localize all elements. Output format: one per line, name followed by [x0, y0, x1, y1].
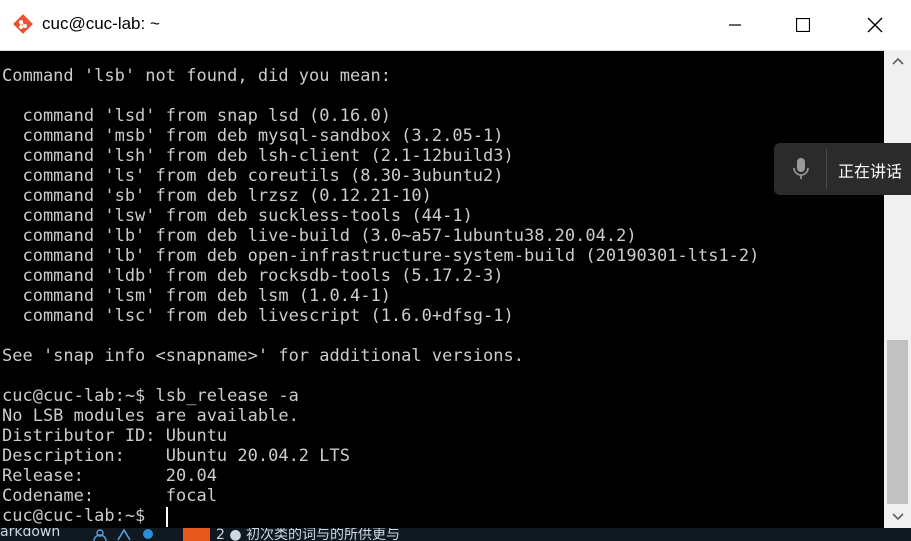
terminal-line: command 'lb' from deb live-build (3.0~a5… [2, 226, 637, 246]
terminal-line: Codename: focal [2, 486, 217, 506]
terminal-prompt-line: cuc@cuc-lab:~$ [2, 506, 156, 526]
terminal-line: Distributor ID: Ubuntu [2, 426, 228, 446]
terminal-output[interactable]: Command 'lsb' not found, did you mean: c… [0, 52, 884, 528]
window-title: cuc@cuc-lab: ~ [42, 14, 160, 33]
taskbar-item-document[interactable]: 2 ● 初次类的词与的所供更与 [216, 528, 400, 541]
scroll-thumb[interactable] [887, 340, 908, 504]
close-button[interactable] [840, 0, 910, 50]
taskbar-active-app[interactable] [183, 528, 210, 541]
terminal-line: command 'sb' from deb lrzsz (0.12.21-10) [2, 186, 432, 206]
terminal-line: command 'lsh' from deb lsh-client (2.1-1… [2, 146, 514, 166]
terminal-line: Description: Ubuntu 20.04.2 LTS [2, 446, 350, 466]
terminal-window: cuc@cuc-lab: ~ Command 'lsb' not found, … [0, 0, 911, 541]
terminal-line: command 'lsc' from deb livescript (1.6.0… [2, 306, 514, 326]
git-bash-icon [13, 14, 33, 34]
voice-status-label: 正在讲话 [838, 162, 903, 181]
taskbar-item-markdown[interactable]: arkdown [0, 528, 60, 540]
scroll-down-button[interactable] [884, 506, 911, 528]
terminal-line: No LSB modules are available. [2, 406, 299, 426]
voice-typing-popup[interactable]: 正在讲话 [774, 143, 911, 195]
scroll-up-button[interactable] [884, 50, 911, 72]
app-icon[interactable] [116, 528, 132, 541]
terminal-line: command 'ls' from deb coreutils (8.30-3u… [2, 166, 504, 186]
vertical-scrollbar[interactable] [884, 50, 911, 528]
terminal-line: command 'lsw' from deb suckless-tools (4… [2, 206, 473, 226]
terminal-line: command 'ldb' from deb rocksdb-tools (5.… [2, 266, 504, 286]
terminal-line: command 'lb' from deb open-infrastructur… [2, 246, 760, 266]
terminal-line: command 'msb' from deb mysql-sandbox (3.… [2, 126, 504, 146]
close-icon [867, 17, 883, 33]
microphone-icon [793, 158, 809, 179]
text-cursor [166, 507, 168, 527]
terminal-line: Release: 20.04 [2, 466, 217, 486]
terminal-line: command 'lsm' from deb lsm (1.0.4-1) [2, 286, 391, 306]
minimize-button[interactable] [700, 0, 770, 50]
user-icon[interactable] [92, 528, 108, 541]
maximize-icon [796, 18, 810, 32]
title-bar[interactable]: cuc@cuc-lab: ~ [0, 0, 911, 51]
terminal-prompt-line: cuc@cuc-lab:~$ lsb_release -a [2, 386, 299, 406]
app-icon[interactable] [140, 528, 156, 541]
popup-divider [826, 149, 827, 189]
terminal-line: command 'lsd' from snap lsd (0.16.0) [2, 106, 391, 126]
chevron-down-icon [891, 513, 904, 521]
minimize-icon [729, 24, 741, 26]
terminal-line: Command 'lsb' not found, did you mean: [2, 66, 391, 86]
terminal-line: See 'snap info <snapname>' for additiona… [2, 346, 524, 366]
taskbar: arkdown 2 ● 初次类的词与的所供更与 [0, 528, 911, 541]
maximize-button[interactable] [768, 0, 838, 50]
chevron-up-icon [891, 57, 904, 65]
